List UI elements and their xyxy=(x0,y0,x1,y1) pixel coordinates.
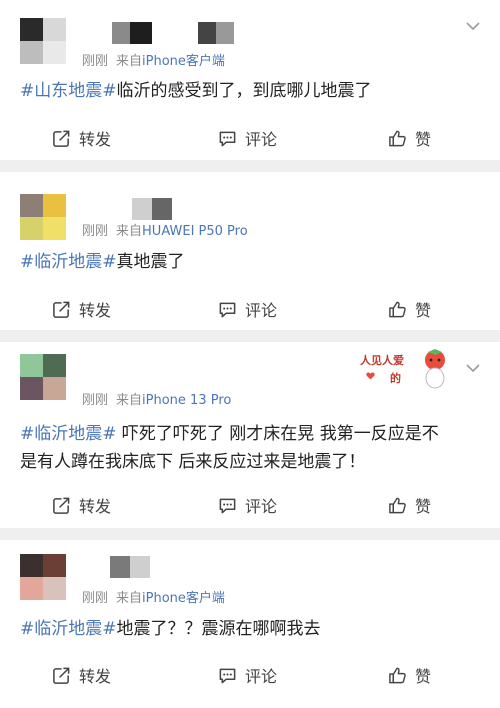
post-text: 吓死了吓死了 刚才床在晃 我第一反应是不 xyxy=(116,424,439,444)
feed-card[interactable]: 刚刚 来自HUAWEI P50 Pro #临沂地震#真地震了 转发 评论 赞 xyxy=(0,172,500,330)
repost-icon xyxy=(53,496,70,514)
topic-hashtag[interactable]: #临沂地震# xyxy=(20,424,117,444)
strawberry-mascot-icon xyxy=(425,349,445,389)
source-prefix: 来自 xyxy=(116,393,143,408)
action-bar: 转发 评论 赞 xyxy=(0,294,500,324)
post-source[interactable]: HUAWEI P50 Pro xyxy=(142,224,248,239)
like-button[interactable]: 赞 xyxy=(388,660,431,690)
chevron-down-icon[interactable] xyxy=(466,22,480,36)
thumbs-up-icon xyxy=(389,301,406,317)
post-meta: 刚刚 来自iPhone客户端 xyxy=(82,587,225,606)
heart-icon xyxy=(366,372,375,380)
chevron-down-icon[interactable] xyxy=(466,364,480,378)
post-content: #临沂地震#地震了？？震源在哪啊我去 xyxy=(20,615,484,643)
avatar[interactable] xyxy=(20,354,66,400)
comment-button[interactable]: 评论 xyxy=(218,660,277,690)
comment-label: 评论 xyxy=(245,497,278,516)
post-meta: 刚刚 来自HUAWEI P50 Pro xyxy=(82,220,248,239)
comment-button[interactable]: 评论 xyxy=(218,294,277,324)
source-prefix: 来自 xyxy=(116,591,143,606)
feed-card[interactable]: 刚刚 来自iPhone客户端 #临沂地震#地震了？？震源在哪啊我去 转发 评论 赞 xyxy=(0,540,500,708)
post-time: 刚刚 xyxy=(82,224,109,239)
like-label: 赞 xyxy=(415,497,432,516)
comment-label: 评论 xyxy=(245,130,278,149)
repost-button[interactable]: 转发 xyxy=(52,123,111,153)
post-time: 刚刚 xyxy=(82,393,109,408)
post-text-line: 是有人蹲在我床底下 后来反应过来是地震了！ xyxy=(20,452,366,472)
repost-label: 转发 xyxy=(79,301,112,320)
action-bar: 转发 评论 赞 xyxy=(0,660,500,690)
avatar[interactable] xyxy=(20,554,66,600)
card-divider xyxy=(0,160,500,172)
comment-label: 评论 xyxy=(245,301,278,320)
post-content: #山东地震#临沂的感受到了，到底哪儿地震了 xyxy=(20,77,484,105)
post-text: 临沂的感受到了，到底哪儿地震了 xyxy=(116,81,372,101)
like-button[interactable]: 赞 xyxy=(388,490,431,520)
action-bar: 转发 评论 赞 xyxy=(0,490,500,520)
source-prefix: 来自 xyxy=(116,54,143,69)
repost-icon xyxy=(53,300,70,318)
thumbs-up-icon xyxy=(389,667,406,683)
like-label: 赞 xyxy=(415,130,432,149)
post-content: #临沂地震#真地震了 xyxy=(20,248,484,276)
sticker-text: 的 xyxy=(390,372,401,385)
thumbs-up-icon xyxy=(389,130,406,146)
repost-label: 转发 xyxy=(79,130,112,149)
post-text: 真地震了 xyxy=(116,252,185,272)
fan-badge-sticker[interactable]: 人见人爱 的 xyxy=(360,348,452,392)
post-time: 刚刚 xyxy=(82,591,109,606)
comment-icon xyxy=(219,131,236,146)
like-label: 赞 xyxy=(415,667,432,686)
post-text-line: #临沂地震# 吓死了吓死了 刚才床在晃 我第一反应是不 xyxy=(20,420,484,448)
avatar[interactable] xyxy=(20,18,66,64)
topic-hashtag[interactable]: #山东地震# xyxy=(20,81,117,101)
avatar[interactable] xyxy=(20,194,66,240)
comment-label: 评论 xyxy=(245,667,278,686)
post-meta: 刚刚 来自iPhone客户端 xyxy=(82,50,225,69)
post-source[interactable]: iPhone客户端 xyxy=(142,591,225,606)
post-text: 地震了？？震源在哪啊我去 xyxy=(116,619,321,639)
post-source[interactable]: iPhone 13 Pro xyxy=(142,393,231,408)
comment-icon xyxy=(219,668,236,683)
sticker-text: 人见人爱 xyxy=(360,354,404,367)
comment-button[interactable]: 评论 xyxy=(218,123,277,153)
repost-button[interactable]: 转发 xyxy=(52,294,111,324)
repost-label: 转发 xyxy=(79,667,112,686)
repost-button[interactable]: 转发 xyxy=(52,660,111,690)
comment-icon xyxy=(219,302,236,317)
source-prefix: 来自 xyxy=(116,224,143,239)
topic-hashtag[interactable]: #临沂地震# xyxy=(20,619,117,639)
card-divider xyxy=(0,528,500,540)
comment-button[interactable]: 评论 xyxy=(218,490,277,520)
repost-label: 转发 xyxy=(79,497,112,516)
repost-button[interactable]: 转发 xyxy=(52,490,111,520)
like-button[interactable]: 赞 xyxy=(388,123,431,153)
repost-icon xyxy=(53,666,70,684)
post-meta: 刚刚 来自iPhone 13 Pro xyxy=(82,389,231,408)
feed-card[interactable]: 刚刚 来自iPhone客户端 #山东地震#临沂的感受到了，到底哪儿地震了 转发 评… xyxy=(0,0,500,160)
card-divider xyxy=(0,330,500,342)
topic-hashtag[interactable]: #临沂地震# xyxy=(20,252,117,272)
action-bar: 转发 评论 赞 xyxy=(0,123,500,153)
comment-icon xyxy=(219,498,236,513)
post-content: #临沂地震# 吓死了吓死了 刚才床在晃 我第一反应是不 是有人蹲在我床底下 后来… xyxy=(20,420,484,476)
post-source[interactable]: iPhone客户端 xyxy=(142,54,225,69)
thumbs-up-icon xyxy=(389,497,406,513)
feed-card[interactable]: 刚刚 来自iPhone 13 Pro 人见人爱 的 #临沂地震# 吓死了吓死了 刚… xyxy=(0,342,500,528)
like-label: 赞 xyxy=(415,301,432,320)
post-time: 刚刚 xyxy=(82,54,109,69)
repost-icon xyxy=(53,129,70,147)
like-button[interactable]: 赞 xyxy=(388,294,431,324)
